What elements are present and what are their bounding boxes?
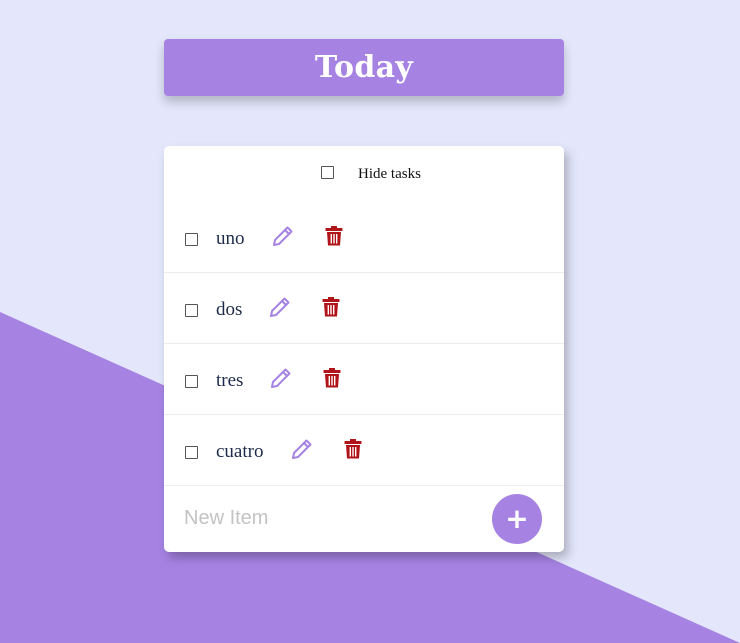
pencil-icon[interactable] (269, 366, 293, 390)
hide-tasks-row: Hide tasks (164, 166, 564, 182)
task-row: uno (164, 201, 564, 273)
trash-icon[interactable] (341, 437, 365, 461)
trash-icon[interactable] (319, 295, 343, 319)
task-checkbox[interactable] (185, 375, 198, 388)
task-checkbox[interactable] (185, 446, 198, 459)
pencil-icon[interactable] (290, 437, 314, 461)
task-row: cuatro (164, 414, 564, 486)
trash-icon[interactable] (320, 366, 344, 390)
pencil-icon[interactable] (271, 224, 295, 248)
todo-card: Hide tasks uno dos tres cuatro New Item … (164, 146, 564, 552)
trash-icon[interactable] (322, 224, 346, 248)
task-checkbox[interactable] (185, 233, 198, 246)
pencil-icon[interactable] (268, 295, 292, 319)
new-item-row: + (164, 484, 564, 552)
hide-tasks-checkbox[interactable] (321, 166, 334, 179)
task-label: tres (216, 370, 244, 391)
hide-tasks-label: Hide tasks (358, 166, 421, 182)
plus-icon: + (505, 502, 529, 535)
task-checkbox[interactable] (185, 304, 198, 317)
task-row: dos (164, 272, 564, 344)
header-bar: Today (164, 39, 564, 96)
add-item-button[interactable]: + (492, 494, 542, 544)
task-label: dos (216, 299, 243, 320)
task-row: tres (164, 343, 564, 415)
new-item-input[interactable] (184, 504, 474, 532)
page-title: Today (314, 50, 414, 85)
task-label: uno (216, 228, 245, 249)
task-label: cuatro (216, 441, 264, 462)
